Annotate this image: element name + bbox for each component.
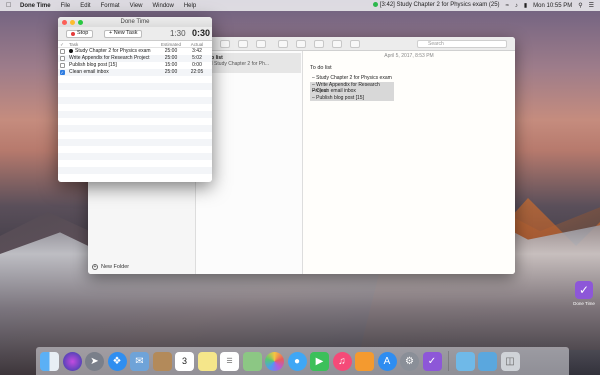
toolbar-compose-button[interactable] [256,40,266,48]
done-time-window: Done Time Stop + New Task 1:30 0:30 ✓ Ta… [58,17,212,182]
siri-icon[interactable] [62,351,82,371]
launchpad-icon[interactable]: ➤ [85,351,104,371]
header-actual[interactable]: Actual [184,41,210,47]
ibooks-icon[interactable] [355,351,374,371]
status-dot-icon [372,2,378,8]
note-title: To do list [310,65,332,71]
toolbar-checklist-button[interactable] [278,40,288,48]
trash-icon[interactable]: ◫ [500,351,520,371]
minimize-icon[interactable] [70,19,75,25]
reminders-icon[interactable]: ☰ [220,351,239,371]
toolbar-share-button[interactable] [350,40,360,48]
menu-window[interactable]: Window [153,3,174,9]
menu-extras: [3:42] Study Chapter 2 for Physics exam … [372,0,594,11]
note-line: – Publish blog post [15] [310,94,394,101]
note-list: To do list 5:PM Study Chapter 2 for Ph..… [196,51,303,274]
close-icon[interactable] [62,19,67,25]
table-row[interactable]: Publish blog post [15] 15:00 0:00 [58,62,212,69]
toolbar-lock-button[interactable] [332,40,342,48]
task-checkbox[interactable] [59,49,65,54]
toolbar-grid-button[interactable] [220,40,230,48]
table-row[interactable]: Study Chapter 2 for Physics exam 25:00 3… [58,48,212,55]
window-title: Done Time [120,19,150,25]
contacts-icon[interactable] [152,351,172,371]
toolbar-table-button[interactable] [296,40,306,48]
task-checkbox[interactable] [59,63,65,68]
notes-search-input[interactable]: Search [417,40,507,48]
dock-separator [448,351,449,371]
header-task[interactable]: Task [66,41,158,47]
menu-app-name[interactable]: Done Time [20,3,51,9]
wifi-icon[interactable]: ≈ [506,3,509,9]
status-item-done-time[interactable]: [3:42] Study Chapter 2 for Physics exam … [372,2,500,9]
notes-icon[interactable] [197,351,217,371]
timer-toolbar: Stop + New Task 1:30 0:30 [58,27,212,41]
system-preferences-icon[interactable]: ⚙ [400,351,419,371]
app-store-icon[interactable]: A [377,351,397,371]
menu-bar:  Done Time File Edit Format View Window… [0,0,600,11]
spotlight-icon[interactable]: ⚲ [578,2,582,9]
menu-help[interactable]: Help [184,3,196,9]
itunes-icon[interactable]: ♫ [332,351,352,371]
messages-icon[interactable]: ● [287,351,307,371]
task-table-header: ✓ Task Estimated Actual [58,41,212,48]
stop-button[interactable]: Stop [66,29,94,38]
safari-icon[interactable]: ❖ [107,351,127,371]
stop-icon [71,31,75,36]
header-check[interactable]: ✓ [58,41,66,47]
menu-edit[interactable]: Edit [80,3,90,9]
table-row[interactable]: ✓ Clean email inbox 25:00 22:05 [58,69,212,76]
done-time-app-icon: ✓ [575,281,593,299]
toolbar-delete-button[interactable] [238,40,248,48]
new-task-button[interactable]: + New Task [104,29,143,38]
table-row[interactable]: Write Appendix for Research Project 25:0… [58,55,212,62]
task-checkbox[interactable] [59,56,65,61]
zoom-icon[interactable] [78,19,83,25]
note-list-item[interactable]: To do list 5:PM Study Chapter 2 for Ph..… [198,53,301,73]
desktop-icon-done-time[interactable]: ✓ Done Time [573,281,595,306]
task-checkbox-checked[interactable]: ✓ [59,70,65,75]
documents-icon[interactable] [478,351,497,371]
menu-format[interactable]: Format [101,3,120,9]
menu-file[interactable]: File [61,3,71,9]
note-body: – Study Chapter 2 for Physics exam – Wri… [310,75,394,101]
mail-icon[interactable]: ✉ [130,351,149,371]
notification-center-icon[interactable]: ☰ [589,2,594,9]
note-date: April 5, 2017, 8:53 PM [384,53,434,59]
downloads-icon[interactable] [455,351,475,371]
new-folder-button[interactable]: + New Folder [92,264,129,270]
menu-view[interactable]: View [130,3,143,9]
window-titlebar[interactable]: Done Time [58,17,212,27]
elapsed-time: 1:30 [170,29,186,38]
note-editor[interactable]: April 5, 2017, 8:53 PM To do list – Stud… [303,51,515,274]
dock: ➤ ❖ ✉ 3 ☰ ● ▶ ♫ A ⚙ ✓ ◫ [36,347,569,375]
toolbar-photo-button[interactable] [314,40,324,48]
header-estimated[interactable]: Estimated [158,41,184,47]
finder-icon[interactable] [40,351,59,371]
maps-icon[interactable] [242,351,262,371]
done-time-icon[interactable]: ✓ [422,351,442,371]
active-task-icon [69,48,73,53]
remaining-time: 0:30 [192,28,211,38]
menu-clock[interactable]: Mon 10:55 PM [533,3,572,9]
plus-circle-icon: + [92,264,98,270]
calendar-icon[interactable]: 3 [175,351,194,371]
apple-menu-icon[interactable]:  [6,2,14,9]
empty-table-area [58,76,212,180]
facetime-icon[interactable]: ▶ [310,351,329,371]
battery-icon[interactable]: ▮ [524,2,527,9]
volume-icon[interactable]: ♪ [515,3,518,9]
photos-icon[interactable] [265,351,284,371]
traffic-lights [62,19,83,25]
task-table: Study Chapter 2 for Physics exam 25:00 3… [58,48,212,76]
